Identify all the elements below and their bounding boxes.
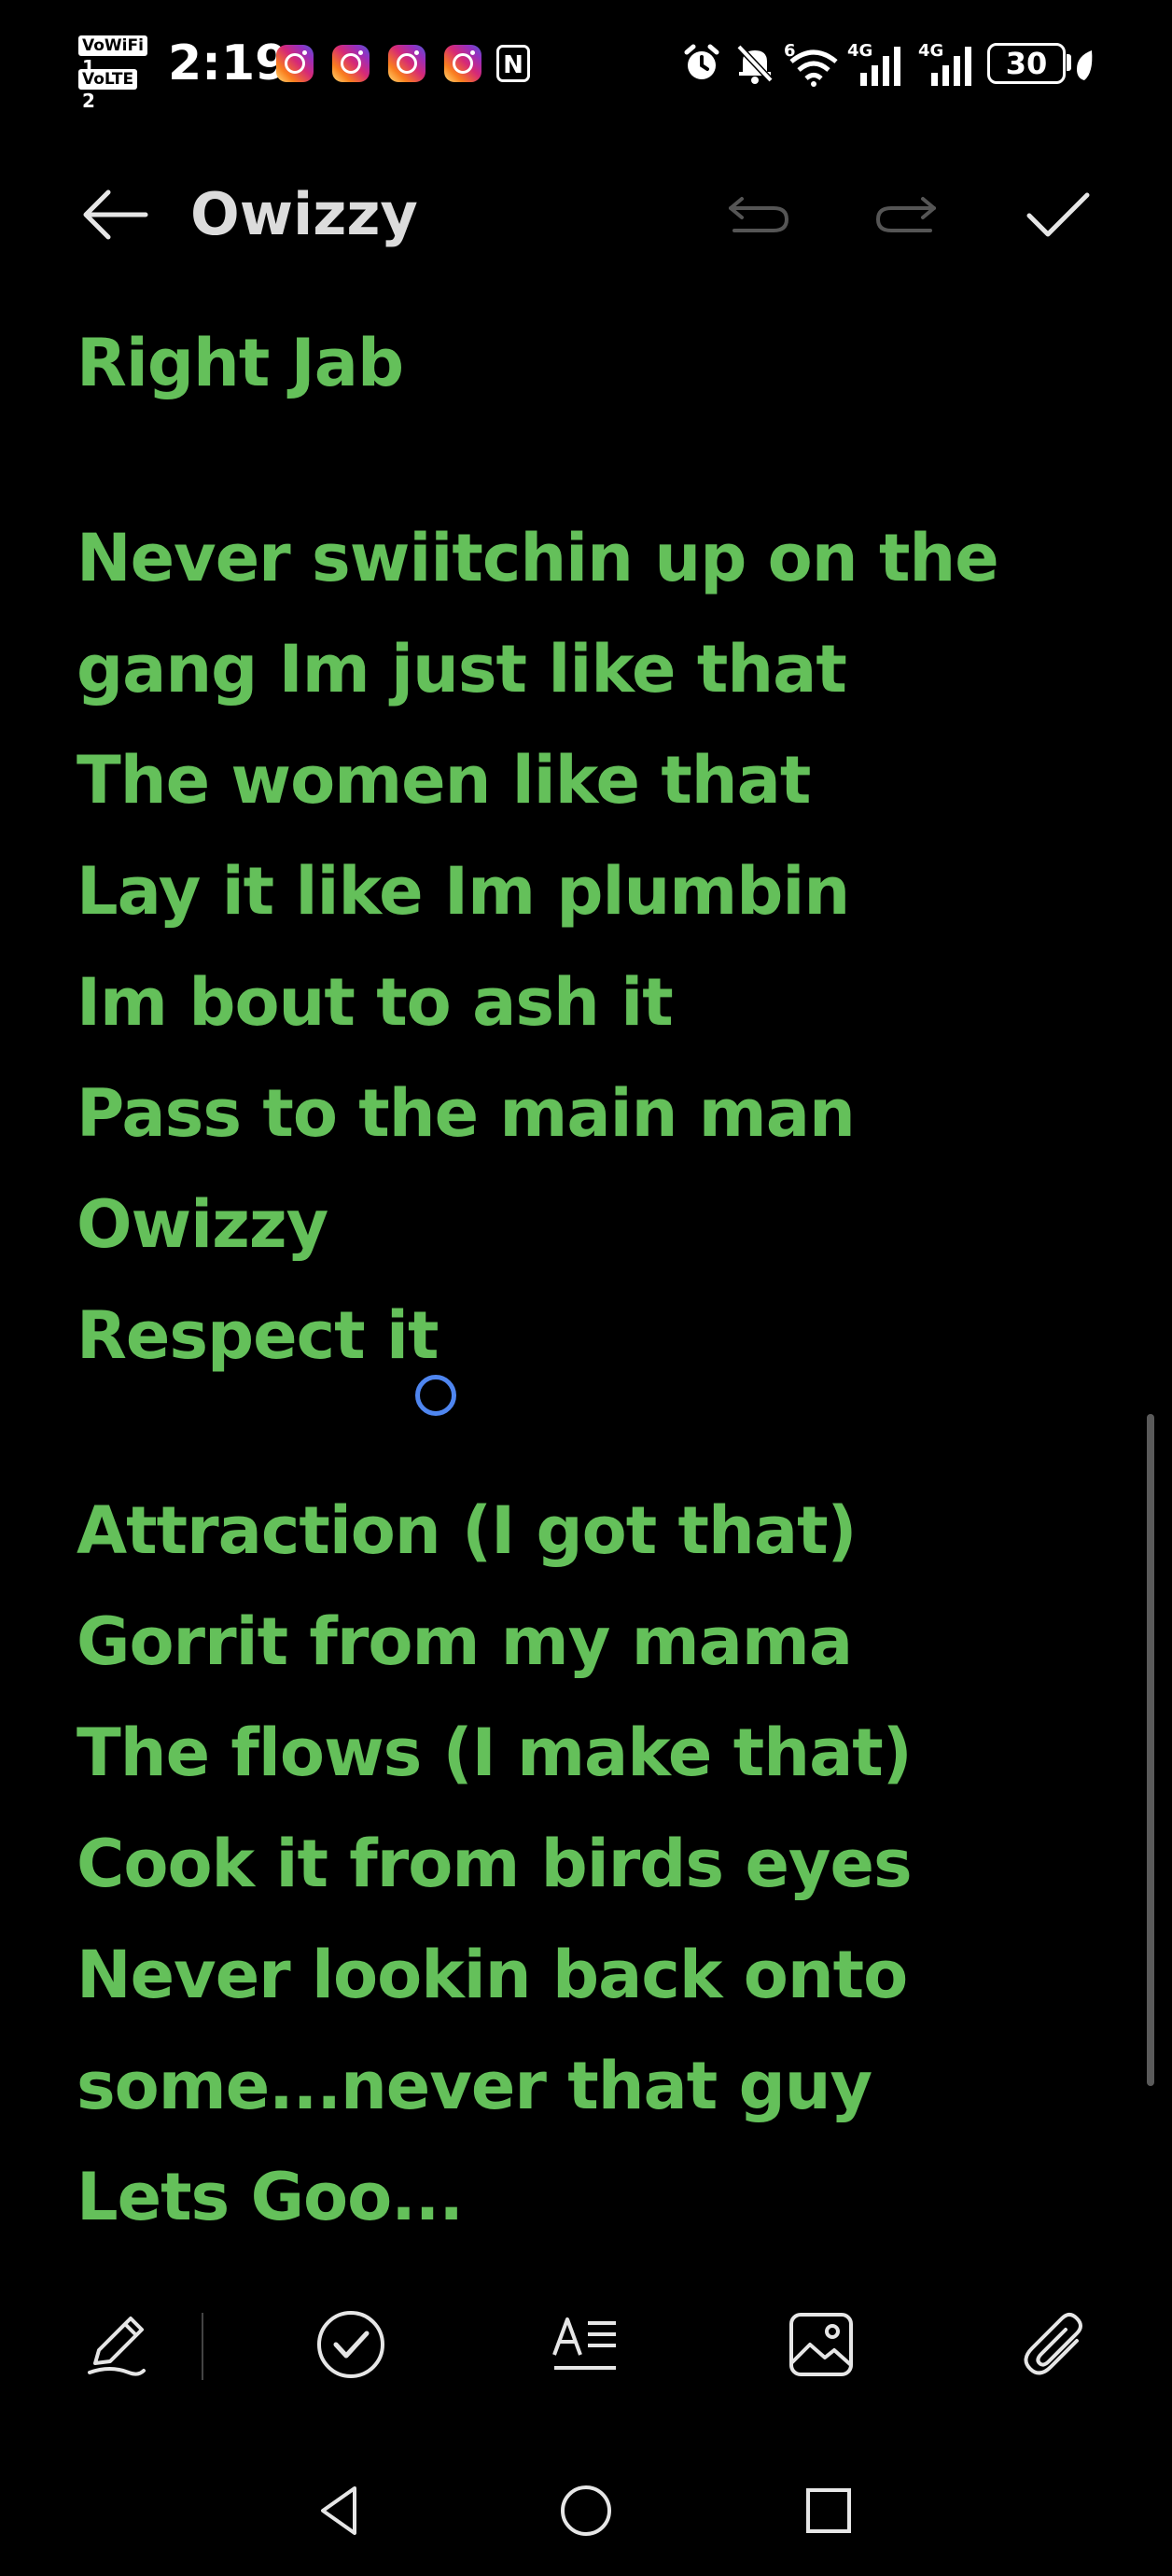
note-line[interactable]: The women like that	[77, 725, 1084, 836]
nav-home-button[interactable]	[549, 2473, 623, 2548]
instagram-icon	[444, 45, 481, 82]
text-format-icon	[552, 2317, 616, 2370]
note-line[interactable]: Im bout to ash it	[77, 947, 1084, 1058]
checkmark-icon	[1026, 192, 1090, 237]
note-line[interactable]: Pass to the main man	[77, 1058, 1084, 1169]
battery-tip	[1067, 54, 1071, 71]
attachment-button[interactable]	[1017, 2305, 1095, 2384]
checklist-button[interactable]	[312, 2305, 390, 2384]
note-line[interactable]: Attraction (I got that)	[77, 1476, 1084, 1587]
note-line[interactable]: Never swiitchin up on the	[77, 503, 1084, 614]
back-triangle-icon	[321, 2486, 356, 2535]
instagram-icon	[388, 45, 426, 82]
note-line[interactable]: Gorrit from my mama	[77, 1587, 1084, 1698]
redo-button[interactable]	[868, 177, 946, 252]
image-icon	[789, 2313, 853, 2376]
undo-button[interactable]	[719, 177, 797, 252]
attachment-icon	[1024, 2313, 1082, 2375]
note-line[interactable]: The flows (I make that)	[77, 1698, 1084, 1809]
status-bar: VoWiFi1 VoLTE2 2:19 N 6 4G 4G 30	[0, 0, 1172, 140]
signal2-label: 4G	[918, 41, 943, 61]
redo-icon	[875, 197, 936, 232]
mute-bell-icon	[736, 44, 774, 84]
note-header	[0, 159, 1172, 271]
handwriting-button[interactable]	[77, 2305, 155, 2384]
alarm-icon	[684, 44, 719, 79]
signal-4g-icon: 4G	[847, 41, 900, 86]
instagram-icon	[332, 45, 370, 82]
home-circle-icon	[561, 2485, 611, 2536]
instagram-icon	[276, 45, 314, 82]
note-line[interactable]: Cook it from birds eyes	[77, 1809, 1084, 1920]
text-format-button[interactable]	[547, 2305, 625, 2384]
toolbar-divider	[202, 2313, 203, 2380]
undo-icon	[729, 197, 789, 232]
note-line[interactable]: some...never that guy	[77, 2031, 1084, 2142]
battery-icon: 30	[987, 43, 1066, 84]
note-body[interactable]: Right Jab Never swiitchin up on the gang…	[77, 308, 1084, 2253]
done-button[interactable]	[1019, 177, 1097, 252]
pen-icon	[88, 2317, 146, 2376]
note-title[interactable]: Owizzy	[190, 180, 418, 248]
arrow-left-icon	[83, 189, 148, 240]
text-cursor-handle[interactable]	[415, 1375, 456, 1416]
sim2-number: 2	[82, 90, 95, 112]
checklist-icon	[317, 2311, 384, 2378]
note-line[interactable]: Lay it like Im plumbin	[77, 836, 1084, 947]
sim2-indicator: VoLTE2	[78, 69, 146, 112]
note-line[interactable]: Owizzy	[77, 1169, 1084, 1281]
sim1-tag: VoWiFi	[78, 35, 147, 56]
status-time: 2:19	[168, 35, 289, 91]
back-button[interactable]	[73, 177, 157, 252]
sim2-tag: VoLTE	[78, 69, 138, 90]
note-line[interactable]: Respect it	[77, 1281, 1084, 1392]
note-line[interactable]: Lets Goo...	[77, 2142, 1084, 2253]
nav-recents-button[interactable]	[791, 2473, 866, 2548]
signal1-label: 4G	[847, 41, 872, 61]
insert-image-button[interactable]	[782, 2305, 860, 2384]
note-line[interactable]: gang Im just like that	[77, 614, 1084, 725]
nfc-icon: N	[496, 45, 530, 82]
signal-4g-icon: 4G	[918, 41, 971, 86]
scrollbar[interactable]	[1147, 1414, 1154, 2086]
note-line[interactable]: Right Jab	[77, 308, 1084, 419]
note-line[interactable]: Never lookin back onto	[77, 1920, 1084, 2031]
nav-back-button[interactable]	[304, 2473, 379, 2548]
recents-square-icon	[806, 2488, 851, 2533]
battery-saver-leaf-icon	[1077, 50, 1093, 80]
wifi-icon: 6	[784, 41, 838, 87]
